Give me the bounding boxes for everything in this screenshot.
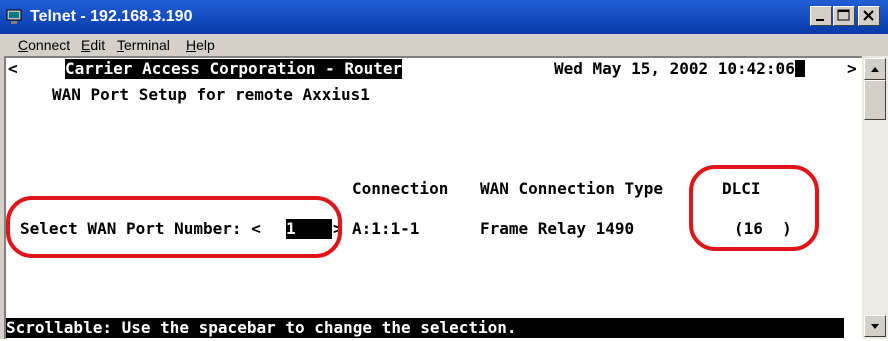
column-wan-connection-type: WAN Connection Type	[480, 179, 664, 198]
connection-type-value: Frame Relay 1490	[480, 219, 635, 238]
connection-value: A:1:1-1	[352, 219, 420, 238]
menu-terminal-key: T	[117, 37, 124, 53]
maximize-button[interactable]	[833, 6, 855, 26]
scroll-down-button[interactable]	[864, 315, 886, 337]
menu-edit-label: dit	[90, 37, 106, 53]
scroll-right-marker: >	[847, 59, 857, 78]
menu-edit-key: E	[81, 37, 91, 53]
menu-help-label: elp	[196, 37, 215, 53]
menu-help-key: H	[186, 37, 197, 53]
telnet-window: Telnet - 192.168.3.190 Connect Edit Term…	[0, 0, 888, 339]
menu-terminal-label: erminal	[124, 37, 170, 53]
text-cursor	[794, 60, 805, 77]
telnet-app-icon[interactable]	[6, 8, 24, 26]
menu-edit[interactable]: Edit	[81, 37, 105, 53]
vertical-scrollbar[interactable]	[862, 56, 888, 339]
minimize-icon	[816, 19, 824, 21]
menu-connect[interactable]: Connect	[18, 37, 70, 53]
setup-title: WAN Port Setup for remote Axxius1	[52, 85, 370, 104]
menu-terminal[interactable]: Terminal	[117, 37, 170, 53]
datetime: Wed May 15, 2002 10:42:06	[554, 59, 805, 79]
datetime-text: Wed May 15, 2002 10:42:06	[554, 59, 795, 78]
minimize-button[interactable]	[810, 6, 832, 26]
status-line: Scrollable: Use the spacebar to change t…	[6, 318, 844, 338]
scroll-left-marker: <	[8, 59, 18, 78]
terminal-screen[interactable]: < Carrier Access Corporation - Router We…	[4, 56, 862, 339]
close-icon	[863, 10, 874, 21]
title-bar[interactable]: Telnet - 192.168.3.190	[0, 0, 888, 34]
highlight-ring-port-selector	[6, 196, 342, 258]
menu-connect-label: onnect	[28, 37, 71, 53]
close-button[interactable]	[858, 6, 880, 26]
column-connection: Connection	[352, 179, 449, 198]
menu-connect-key: C	[18, 37, 29, 53]
scrollbar-thumb[interactable]	[864, 80, 886, 120]
window-title: Telnet - 192.168.3.190	[30, 8, 193, 25]
highlight-ring-dlci	[689, 165, 819, 251]
menu-bar: Connect Edit Terminal Help	[0, 34, 888, 56]
header-banner: Carrier Access Corporation - Router	[65, 59, 403, 79]
maximize-icon	[837, 9, 850, 21]
menu-help[interactable]: Help	[186, 37, 215, 53]
arrow-up-icon	[871, 67, 879, 72]
arrow-down-icon	[871, 324, 879, 329]
scroll-up-button[interactable]	[864, 58, 886, 80]
